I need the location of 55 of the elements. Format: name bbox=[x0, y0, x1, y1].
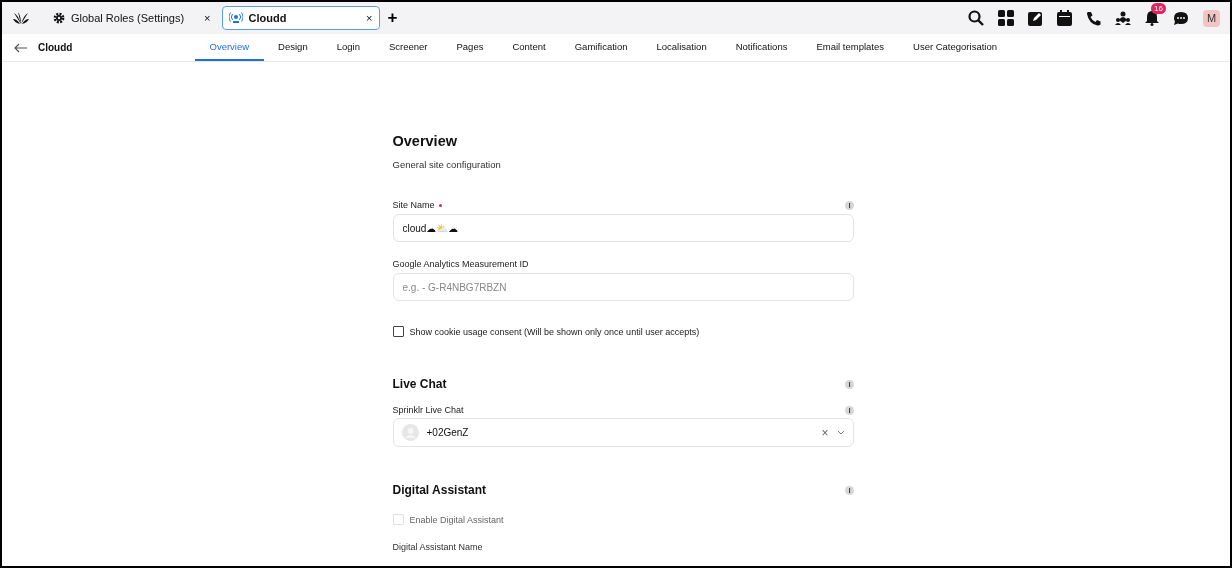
field-label: Site Name bbox=[392, 200, 435, 210]
field-label: Sprinklr Live Chat bbox=[392, 405, 464, 415]
nav-tab[interactable]: User Categorisation bbox=[898, 34, 1012, 61]
new-tab-button[interactable]: + bbox=[383, 8, 402, 28]
close-button[interactable]: × bbox=[352, 12, 373, 24]
avatar-icon bbox=[401, 424, 419, 441]
grid-icon[interactable] bbox=[998, 10, 1014, 26]
field-label: Digital Assistant Name bbox=[392, 542, 484, 552]
nav-tab[interactable]: Gamification bbox=[560, 34, 642, 61]
section-subtitle: General site configuration bbox=[392, 159, 502, 170]
notification-badge: 16 bbox=[1151, 3, 1166, 14]
info-icon bbox=[844, 200, 854, 210]
broadcast-icon bbox=[228, 12, 243, 24]
gear-icon bbox=[53, 12, 65, 24]
nav-tab[interactable]: Pages bbox=[442, 34, 498, 61]
avatar[interactable]: M bbox=[1203, 9, 1220, 27]
nav-tab[interactable]: Login bbox=[322, 34, 375, 61]
logo-icon bbox=[12, 11, 30, 25]
search-icon[interactable] bbox=[968, 10, 984, 26]
compose-icon[interactable] bbox=[1028, 10, 1043, 26]
nav-tab[interactable]: Overview bbox=[195, 34, 264, 61]
section-title: Overview bbox=[392, 133, 458, 149]
browser-tab[interactable]: Cloudd × bbox=[221, 6, 380, 30]
section-title: Digital Assistant bbox=[392, 483, 487, 497]
field-label: Google Analytics Measurement ID bbox=[392, 259, 529, 269]
nav-tab[interactable]: Localisation bbox=[642, 34, 722, 61]
checkbox-label: Show cookie usage consent (Will be shown only once until user accepts) bbox=[409, 326, 700, 337]
nav-tab[interactable]: Screener bbox=[374, 34, 442, 61]
chevron-down-icon[interactable] bbox=[836, 430, 845, 435]
tab-label[interactable]: Global Roles (Settings) bbox=[71, 12, 185, 24]
people-icon[interactable] bbox=[1115, 11, 1131, 25]
browser-tab[interactable]: Global Roles (Settings) × bbox=[46, 6, 218, 30]
page-title: Cloudd bbox=[38, 42, 74, 53]
nav-tab[interactable]: Email templates bbox=[801, 34, 899, 61]
nav-tab[interactable]: Design bbox=[263, 34, 323, 61]
info-icon bbox=[844, 485, 854, 495]
back-arrow-icon[interactable] bbox=[14, 42, 28, 53]
nav-tab[interactable]: Notifications bbox=[721, 34, 802, 61]
nav-tab[interactable]: Content bbox=[497, 34, 561, 61]
site-name-field[interactable]: cloud☁⛅☁ bbox=[392, 214, 854, 242]
section-title: Live Chat bbox=[392, 377, 447, 391]
bell-icon[interactable] bbox=[1145, 10, 1159, 26]
checkbox[interactable] bbox=[392, 326, 404, 337]
live-chat-select[interactable]: +02GenZ × bbox=[392, 418, 854, 447]
chat-icon[interactable] bbox=[1173, 10, 1189, 26]
clear-button[interactable]: × bbox=[821, 425, 829, 440]
calendar-icon[interactable] bbox=[1057, 10, 1072, 26]
phone-icon[interactable] bbox=[1086, 10, 1101, 26]
analytics-id-field[interactable]: e.g. - G-R4NBG7RBZN bbox=[392, 273, 854, 301]
close-button[interactable]: × bbox=[190, 12, 211, 24]
info-icon bbox=[844, 405, 854, 415]
selected-value: +02GenZ bbox=[426, 427, 470, 438]
checkbox-label: Enable Digital Assistant bbox=[409, 514, 504, 525]
info-icon bbox=[844, 379, 854, 389]
tab-label[interactable]: Cloudd bbox=[248, 12, 287, 24]
